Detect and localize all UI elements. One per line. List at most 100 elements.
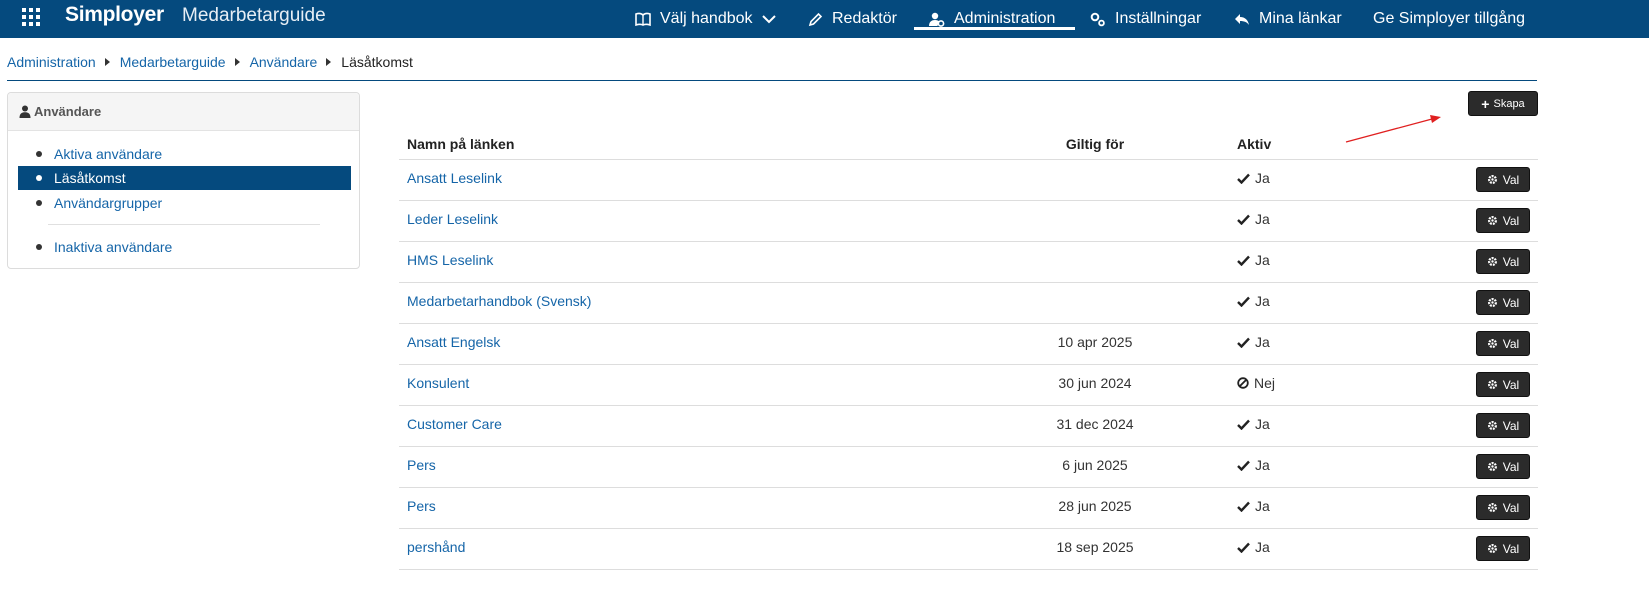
- breadcrumb-item-administration[interactable]: Administration: [7, 54, 96, 70]
- link-name[interactable]: Ansatt Engelsk: [407, 334, 500, 350]
- gear-icon: [1487, 543, 1498, 554]
- active-status: Ja: [1237, 211, 1270, 227]
- table-header-row: Namn på länken Giltig för Aktiv: [399, 124, 1538, 160]
- link-name[interactable]: Pers: [407, 498, 436, 514]
- check-icon: [1237, 337, 1250, 348]
- active-status-label: Ja: [1255, 252, 1270, 268]
- sidebar-title: Användare: [34, 104, 102, 119]
- pencil-icon: [808, 12, 823, 27]
- options-button[interactable]: Val: [1476, 249, 1530, 274]
- options-button[interactable]: Val: [1476, 290, 1530, 315]
- nav-label: Mina länkar: [1259, 10, 1342, 27]
- breadcrumb-item-medarbetarguide[interactable]: Medarbetarguide: [120, 54, 226, 70]
- table-body: Ansatt Leselink Ja Val Leder Leselink Ja Val H…: [399, 160, 1538, 570]
- create-button-label: Skapa: [1493, 97, 1525, 110]
- active-status: Ja: [1237, 334, 1270, 350]
- nav-select-handbook[interactable]: Välj handbok: [635, 0, 776, 38]
- link-name[interactable]: Medarbetarhandbok (Svensk): [407, 293, 591, 309]
- column-header-active: Aktiv: [1237, 136, 1272, 152]
- nav-active-indicator: [914, 27, 1075, 30]
- sidebar-header: Användare: [8, 93, 359, 131]
- active-status-label: Ja: [1255, 498, 1270, 514]
- table-row: pershånd 18 sep 2025 Ja Val: [399, 529, 1538, 570]
- options-button[interactable]: Val: [1476, 454, 1530, 479]
- valid-until: 28 jun 2025: [1058, 498, 1132, 514]
- nav-editor[interactable]: Redaktör: [808, 0, 897, 38]
- table-row: Konsulent 30 jun 2024 Nej Val: [399, 365, 1538, 406]
- nav-administration[interactable]: Administration: [928, 0, 1055, 38]
- bullet-icon: [36, 244, 42, 250]
- nav-my-links[interactable]: Mina länkar: [1234, 0, 1342, 38]
- nav-settings[interactable]: Inställningar: [1089, 0, 1201, 38]
- link-name[interactable]: Leder Leselink: [407, 211, 498, 227]
- active-status-label: Ja: [1255, 334, 1270, 350]
- column-header-name: Namn på länken: [407, 136, 515, 152]
- nav-label: Välj handbok: [660, 10, 753, 27]
- sidebar-divider: [48, 224, 320, 225]
- caret-right-icon: [326, 58, 332, 66]
- options-button[interactable]: Val: [1476, 536, 1530, 561]
- valid-until: 31 dec 2024: [1056, 416, 1134, 432]
- options-button-label: Val: [1502, 295, 1520, 310]
- options-button-label: Val: [1502, 541, 1520, 556]
- table-row: Ansatt Engelsk 10 apr 2025 Ja Val: [399, 324, 1538, 365]
- sidebar-item-inactive-users[interactable]: Inaktiva användare: [18, 235, 351, 259]
- link-name[interactable]: Pers: [407, 457, 436, 473]
- gear-icon: [1487, 215, 1498, 226]
- options-button-label: Val: [1502, 377, 1520, 392]
- active-status-label: Ja: [1255, 457, 1270, 473]
- sidebar-item-user-groups[interactable]: Användargrupper: [18, 191, 351, 215]
- sidebar-item-label: Användargrupper: [54, 195, 163, 211]
- options-button-label: Val: [1502, 336, 1520, 351]
- options-button-label: Val: [1502, 418, 1520, 433]
- sidebar-item-read-access[interactable]: Läsåtkomst: [18, 166, 351, 190]
- gear-icon: [1487, 379, 1498, 390]
- app-grid-icon[interactable]: [22, 8, 40, 26]
- links-table: Namn på länken Giltig för Aktiv Ansatt L…: [399, 124, 1538, 570]
- create-button[interactable]: + Skapa: [1468, 91, 1538, 116]
- active-status: Ja: [1237, 170, 1270, 186]
- valid-until: 6 jun 2025: [1062, 457, 1128, 473]
- book-icon: [635, 12, 651, 26]
- active-status: Ja: [1237, 293, 1270, 309]
- active-status-label: Nej: [1254, 375, 1276, 391]
- check-icon: [1237, 173, 1250, 184]
- header-divider: [7, 80, 1537, 81]
- nav-label: Redaktör: [832, 10, 897, 27]
- options-button[interactable]: Val: [1476, 495, 1530, 520]
- link-name[interactable]: Ansatt Leselink: [407, 170, 502, 186]
- check-icon: [1237, 296, 1250, 307]
- active-status: Nej: [1237, 375, 1275, 391]
- nav-grant-access[interactable]: Ge Simployer tillgång: [1373, 0, 1525, 38]
- gear-icon: [1487, 502, 1498, 513]
- link-name[interactable]: Konsulent: [407, 375, 469, 391]
- options-button[interactable]: Val: [1476, 413, 1530, 438]
- table-row: Pers 28 jun 2025 Ja Val: [399, 488, 1538, 529]
- link-name[interactable]: Customer Care: [407, 416, 502, 432]
- gear-icon: [1487, 174, 1498, 185]
- bullet-icon: [36, 151, 42, 157]
- link-name[interactable]: HMS Leselink: [407, 252, 493, 268]
- options-button[interactable]: Val: [1476, 167, 1530, 192]
- brand-logo[interactable]: Simployer: [65, 3, 164, 27]
- table-row: Pers 6 jun 2025 Ja Val: [399, 447, 1538, 488]
- options-button[interactable]: Val: [1476, 208, 1530, 233]
- valid-until: 10 apr 2025: [1057, 334, 1133, 350]
- options-button[interactable]: Val: [1476, 331, 1530, 356]
- ban-icon: [1237, 377, 1249, 389]
- nav-label: Inställningar: [1115, 10, 1202, 27]
- check-icon: [1237, 501, 1250, 512]
- check-icon: [1237, 255, 1250, 266]
- breadcrumb: Administration Medarbetarguide Användare…: [7, 54, 413, 70]
- user-icon: [19, 105, 31, 118]
- link-name[interactable]: pershånd: [407, 539, 465, 555]
- sidebar-panel: Användare Aktiva användare Läsåtkomst An…: [7, 92, 360, 269]
- sidebar-item-active-users[interactable]: Aktiva användare: [18, 142, 351, 166]
- options-button-label: Val: [1502, 500, 1520, 515]
- sidebar-item-label: Inaktiva användare: [54, 239, 173, 255]
- breadcrumb-item-users[interactable]: Användare: [250, 54, 318, 70]
- gears-icon: [1089, 12, 1106, 27]
- options-button[interactable]: Val: [1476, 372, 1530, 397]
- bullet-icon: [36, 200, 42, 206]
- active-status-label: Ja: [1255, 170, 1270, 186]
